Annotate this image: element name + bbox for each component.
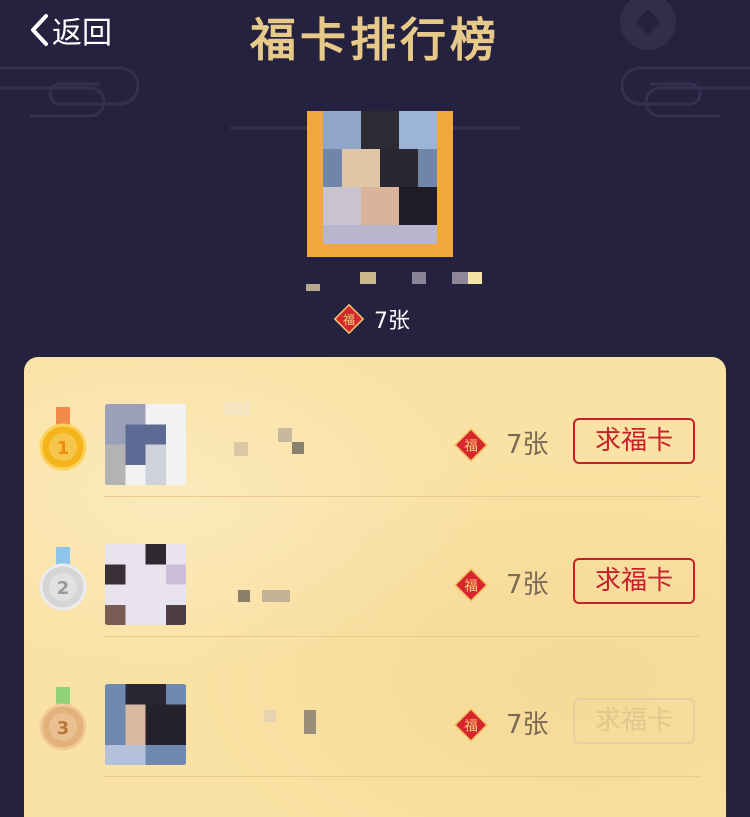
silver-medal-icon: 2 (39, 547, 87, 611)
ranking-panel: 1 福 7张 求福卡 2 福 7张 求福卡 3 福 7张 求福卡 (24, 357, 726, 817)
rank-number: 2 (57, 578, 70, 599)
avatar (105, 404, 186, 485)
svg-text:福: 福 (464, 439, 478, 455)
bronze-medal-icon: 3 (39, 687, 87, 751)
svg-text:福: 福 (464, 719, 478, 735)
gold-medal-icon: 1 (39, 407, 87, 471)
ranking-row: 3 福 7张 求福卡 (24, 637, 726, 777)
user-name-blurred (238, 590, 290, 602)
card-count: 7张 (506, 430, 549, 460)
top-user-avatar (307, 111, 453, 257)
ask-card-button[interactable]: 求福卡 (573, 698, 695, 744)
svg-text:福: 福 (343, 312, 355, 327)
header: 返回 福卡排行榜 (0, 0, 750, 130)
top-user-count: 福 7张 (334, 302, 410, 336)
divider (104, 776, 700, 777)
rank-number: 1 (57, 438, 70, 459)
top-user-name-blurred (306, 272, 482, 291)
fu-card-icon: 福 (454, 708, 488, 742)
user-name-blurred (264, 710, 316, 734)
card-count: 7张 (506, 710, 549, 740)
rank-number: 3 (57, 718, 70, 739)
ask-card-button[interactable]: 求福卡 (573, 558, 695, 604)
avatar (105, 684, 186, 765)
ask-card-button[interactable]: 求福卡 (573, 418, 695, 464)
ranking-row: 1 福 7张 求福卡 (24, 357, 726, 497)
top-user-count-value: 7张 (374, 309, 410, 334)
fu-card-icon: 福 (334, 304, 364, 334)
fu-card-icon: 福 (454, 428, 488, 462)
avatar (105, 544, 186, 625)
svg-text:福: 福 (464, 579, 478, 595)
card-count: 7张 (506, 570, 549, 600)
user-name-blurred (224, 402, 304, 456)
fu-card-icon: 福 (454, 568, 488, 602)
ranking-row: 2 福 7张 求福卡 (24, 497, 726, 637)
